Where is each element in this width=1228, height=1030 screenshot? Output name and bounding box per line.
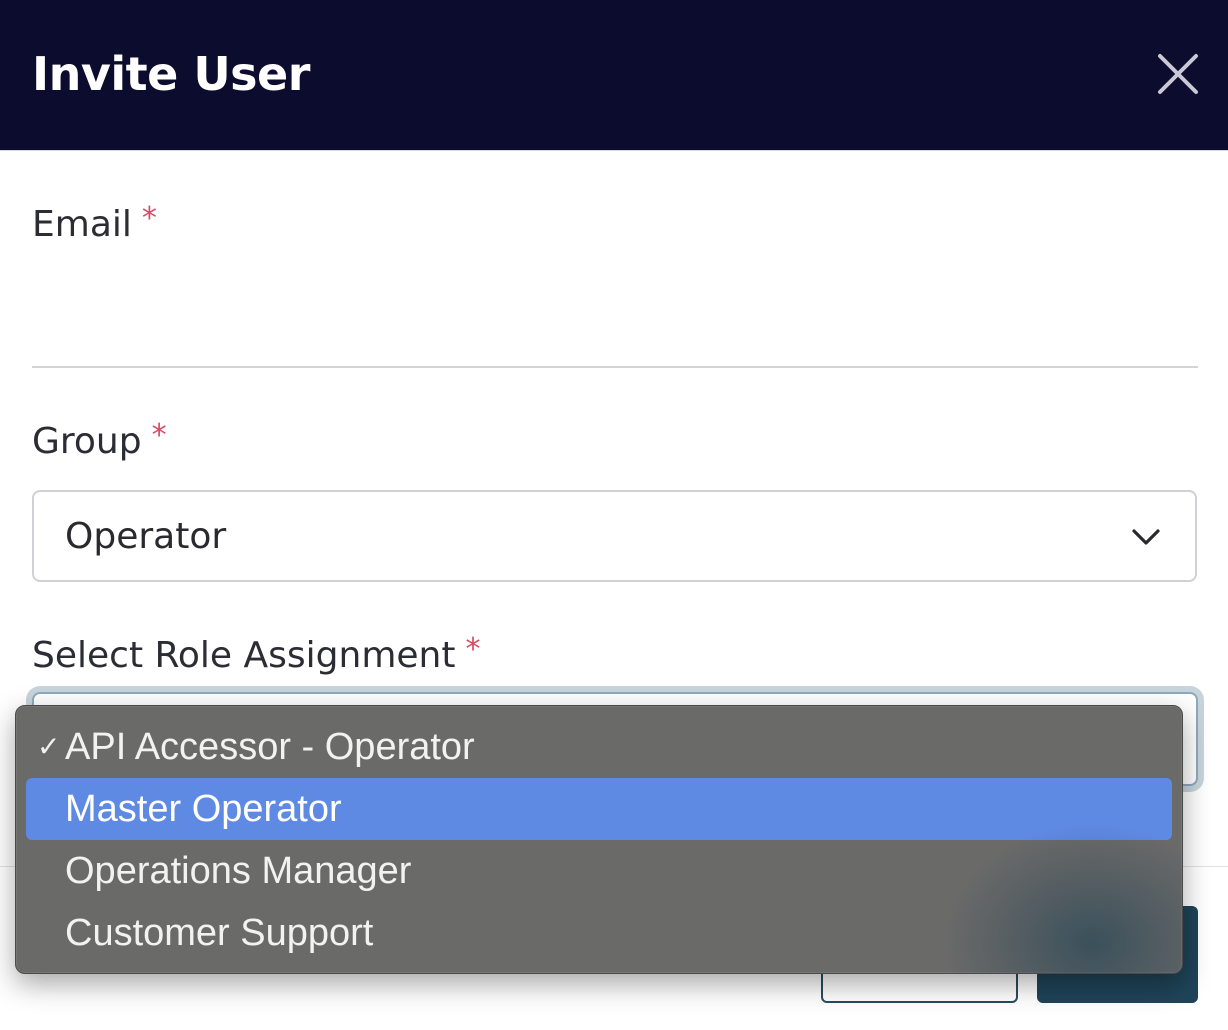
role-option-operations-manager[interactable]: Operations Manager bbox=[26, 840, 1172, 902]
group-label: Group * bbox=[32, 418, 167, 466]
group-select[interactable]: Operator bbox=[32, 490, 1197, 582]
role-option-label: Operations Manager bbox=[65, 850, 412, 892]
dialog-title: Invite User bbox=[32, 47, 310, 101]
checkmark-icon: ✓ bbox=[37, 731, 61, 762]
role-dropdown-menu: ✓ API Accessor - Operator Master Operato… bbox=[15, 705, 1183, 974]
role-option-api-accessor-operator[interactable]: ✓ API Accessor - Operator bbox=[26, 716, 1172, 778]
close-icon bbox=[1158, 54, 1198, 94]
role-option-master-operator[interactable]: Master Operator bbox=[26, 778, 1172, 840]
email-label-text: Email bbox=[32, 204, 132, 245]
role-option-label: API Accessor - Operator bbox=[65, 726, 475, 768]
group-label-text: Group bbox=[32, 421, 142, 462]
role-option-label: Customer Support bbox=[65, 912, 374, 954]
role-option-label: Master Operator bbox=[65, 788, 342, 830]
required-marker: * bbox=[141, 201, 157, 236]
header-divider bbox=[0, 150, 1228, 151]
required-marker: * bbox=[465, 632, 481, 667]
email-field[interactable] bbox=[32, 262, 1198, 368]
chevron-down-icon bbox=[1132, 529, 1160, 545]
role-label-text: Select Role Assignment bbox=[32, 635, 456, 676]
role-option-customer-support[interactable]: Customer Support bbox=[26, 902, 1172, 964]
close-button[interactable] bbox=[1152, 50, 1202, 100]
dialog-header: Invite User bbox=[0, 0, 1228, 150]
group-selected-value: Operator bbox=[65, 516, 227, 557]
role-label: Select Role Assignment * bbox=[32, 632, 481, 680]
email-label: Email * bbox=[32, 201, 157, 249]
invite-user-dialog: Invite User Email * Group * Operator Selec… bbox=[0, 0, 1228, 1030]
required-marker: * bbox=[151, 418, 167, 453]
